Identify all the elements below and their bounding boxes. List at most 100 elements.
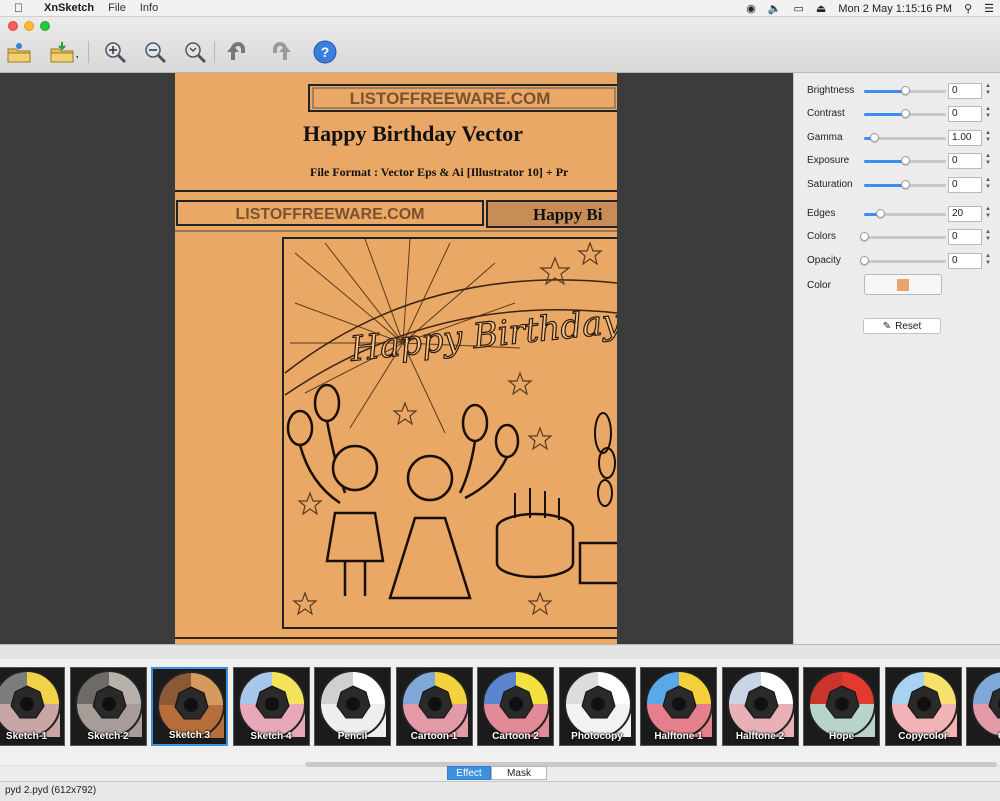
tab-mask[interactable]: Mask [491,766,547,780]
slider-thumb[interactable] [876,209,886,218]
save-button[interactable] [48,37,78,67]
slider-thumb[interactable] [860,232,869,241]
opacity-value-field[interactable]: 0 [948,253,982,269]
zoom-fit-button[interactable] [180,37,210,67]
edges-value-field[interactable]: 20 [948,206,982,222]
status-bar: pyd 2.pyd (612x792) [0,781,1000,801]
effect-thumb[interactable]: Photocopy [558,667,636,746]
zoom-fit-icon [185,42,207,64]
volume-icon[interactable]: 🔈 [768,2,782,15]
open-folder-button[interactable] [4,37,34,67]
gamma-value-field[interactable]: 1.00 [948,130,982,146]
menu-file[interactable]: File [108,2,126,14]
help-button[interactable]: ? [310,37,340,67]
slider-fill [864,90,905,93]
search-icon[interactable]: ⚲ [964,2,972,15]
zoom-in-icon [105,42,127,64]
contrast-slider[interactable] [864,109,946,118]
list-icon[interactable]: ☰ [984,2,994,15]
effect-thumb[interactable]: Sketch 2 [69,667,147,746]
color-well[interactable] [864,274,942,295]
contrast-stepper[interactable]: ▲ ▼ [984,106,992,122]
brightness-slider[interactable] [864,86,946,95]
minimize-window-button[interactable] [24,21,34,31]
colors-label: Colors [807,231,836,242]
zoom-in-button[interactable] [100,37,130,67]
svg-text:?: ? [321,44,330,60]
edges-slider[interactable] [864,209,946,218]
eject-icon[interactable]: ⏏ [816,2,826,15]
banner-right-text: Happy Bi [533,205,603,224]
effect-thumb-label: Cartoon 1 [410,731,458,742]
menubar:  XnSketch File Info ◉ 🔈 ▭ ⏏ Mon 2 May 1… [0,0,1000,17]
opacity-slider[interactable] [860,256,946,265]
rotate-right-button[interactable] [266,37,296,67]
brightness-control: Brightness 0 ▲ ▼ [807,83,992,99]
effect-thumb[interactable]: Sketch 3 [151,667,228,746]
effect-thumb[interactable]: Cu [966,667,1000,746]
header-format-text: File Format : Vector Eps & Ai [Illustrat… [310,165,569,179]
effect-thumb-label: Sketch 3 [168,730,211,741]
zoom-out-button[interactable] [140,37,170,67]
contrast-control: Contrast 0 ▲ ▼ [807,106,992,122]
zoom-window-button[interactable] [40,21,50,31]
edges-stepper[interactable]: ▲ ▼ [984,206,992,222]
tab-effect[interactable]: Effect [447,766,491,780]
rotate-right-icon [273,42,291,60]
effect-thumb[interactable]: Copycolor [884,667,962,746]
effect-thumb[interactable]: Cartoon 2 [477,667,554,746]
rotate-left-icon [227,42,245,60]
effects-scrollbar[interactable] [305,762,997,767]
edges-label: Edges [807,208,836,219]
effect-thumb[interactable]: Halftone 2 [721,667,799,746]
rotate-left-button[interactable] [222,37,252,67]
contrast-value-field[interactable]: 0 [948,106,982,122]
menu-info[interactable]: Info [140,2,158,14]
dropbox-icon[interactable]: ◉ [746,2,756,15]
saturation-stepper[interactable]: ▲ ▼ [984,177,992,193]
colors-stepper[interactable]: ▲ ▼ [984,229,992,245]
brightness-stepper[interactable]: ▲ ▼ [984,83,992,99]
gamma-control: Gamma 1.00 ▲ ▼ [807,130,992,146]
menubar-clock[interactable]: Mon 2 May 1:15:16 PM [838,3,952,15]
slider-thumb[interactable] [901,86,910,95]
apple-icon[interactable]:  [14,1,28,15]
close-window-button[interactable] [8,21,18,31]
exposure-label: Exposure [807,155,850,166]
effect-thumb-label: Cartoon 2 [492,731,539,742]
exposure-value-field[interactable]: 0 [948,153,982,169]
display-icon[interactable]: ▭ [794,2,804,15]
effect-thumb[interactable]: Cartoon 1 [395,667,473,746]
saturation-slider[interactable] [864,180,946,189]
preview-canvas[interactable]: LISTOFFREEWARE.COM Happy Birthday Vector… [0,73,793,644]
reset-icon: ✎ [882,320,892,332]
effect-thumb-label: Sketch 1 [5,731,48,742]
saturation-value-field[interactable]: 0 [948,177,982,193]
status-text: pyd 2.pyd (612x792) [5,785,97,796]
effect-thumb[interactable]: Sketch 4 [232,667,310,746]
slider-thumb[interactable] [869,133,879,142]
slider-thumb[interactable] [901,180,910,189]
color-control: Color [807,274,992,296]
slider-thumb[interactable] [901,109,910,118]
gamma-slider[interactable] [864,133,946,142]
toolbar-separator [214,41,215,63]
contrast-label: Contrast [807,108,845,119]
colors-slider[interactable] [860,232,946,241]
effect-thumb[interactable]: Pencil [314,667,391,746]
effect-thumb[interactable]: Sketch 1 [0,667,65,746]
slider-thumb[interactable] [860,256,869,265]
effect-thumb[interactable]: Halftone 1 [640,667,717,746]
exposure-slider[interactable] [864,156,946,165]
effect-thumb[interactable]: Hope [803,667,880,746]
gamma-stepper[interactable]: ▲ ▼ [984,130,992,146]
slider-thumb[interactable] [901,156,910,165]
colors-value-field[interactable]: 0 [948,229,982,245]
brightness-value-field[interactable]: 0 [948,83,982,99]
sketch-preview: LISTOFFREEWARE.COM Happy Birthday Vector… [175,73,617,644]
effects-strip: Sketch 1 Sketch 2 Sketch 3 Sketch 4 Pencil Ca… [0,644,1000,767]
reset-button[interactable]: ✎ Reset [863,318,941,334]
app-menu[interactable]: XnSketch [44,2,94,14]
opacity-stepper[interactable]: ▲ ▼ [984,253,992,269]
exposure-stepper[interactable]: ▲ ▼ [984,153,992,169]
